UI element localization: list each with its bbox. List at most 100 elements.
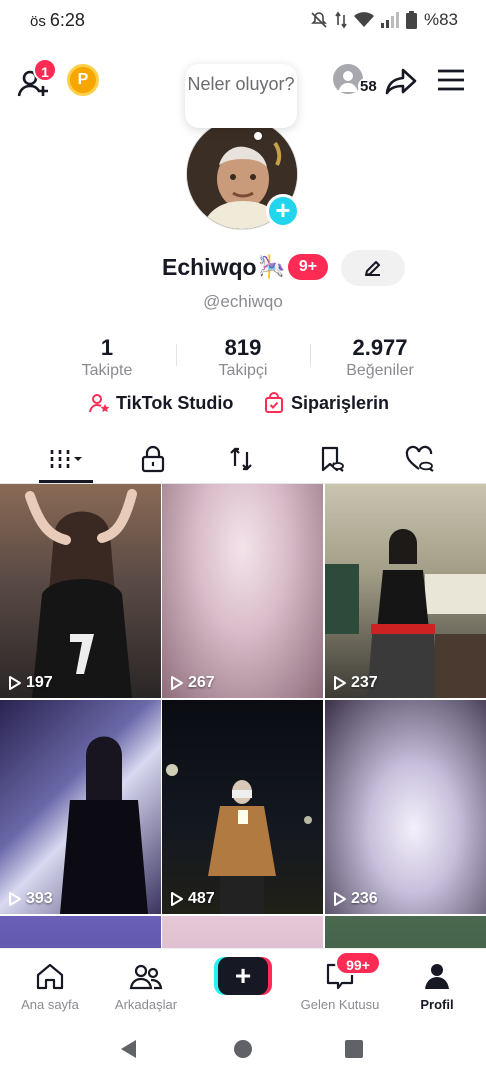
back-icon[interactable] — [118, 1038, 140, 1060]
profile-links: TikTok Studio Siparişlerin — [0, 392, 486, 420]
video-views-count: 237 — [351, 674, 378, 691]
nav-friends[interactable]: Arkadaşlar — [96, 955, 196, 1015]
video-thumbnail[interactable]: 197 — [0, 484, 161, 698]
play-icon — [9, 892, 21, 906]
play-icon — [171, 676, 183, 690]
orders-link[interactable]: Siparişlerin — [263, 392, 389, 414]
nav-inbox-label: Gelen Kutusu — [300, 997, 380, 1012]
shopping-bag-icon — [265, 392, 283, 413]
tab-private[interactable] — [127, 442, 179, 476]
video-thumbnail[interactable]: 487 — [162, 700, 323, 914]
tiktok-studio-link[interactable]: TikTok Studio — [88, 392, 233, 414]
status-time-prefix: ös — [30, 13, 46, 30]
edit-profile-button[interactable] — [341, 250, 405, 286]
stat-followers-label: Takipçi — [218, 362, 268, 379]
video-views-count: 197 — [26, 674, 53, 691]
share-icon — [385, 68, 417, 95]
create-button[interactable]: + — [214, 957, 272, 995]
battery-icon — [405, 11, 417, 29]
stat-following[interactable]: 1 Takipte — [52, 336, 162, 382]
create-plus-icon: + — [218, 957, 268, 995]
play-icon — [9, 676, 21, 690]
bottom-nav: Ana sayfa Arkadaşlar + Gelen Kutusu 99+ … — [0, 948, 486, 1018]
carousel-emoji: 🎠 — [258, 254, 286, 279]
video-views: 267 — [170, 674, 215, 692]
video-views-count: 487 — [188, 890, 215, 907]
stat-following-value: 1 — [100, 335, 114, 360]
stat-divider — [176, 344, 177, 366]
video-views-count: 393 — [26, 890, 53, 907]
video-thumbnail[interactable] — [162, 916, 323, 948]
bubble-tail — [254, 132, 262, 140]
video-views: 197 — [8, 674, 53, 692]
stat-likes[interactable]: 2.977 Beğeniler — [324, 336, 436, 382]
level-badge[interactable]: 9+ — [288, 254, 328, 280]
video-grid: 197 267 237 393 487 236 — [0, 484, 486, 948]
nav-profile-label: Profil — [420, 997, 454, 1012]
play-icon — [334, 892, 346, 906]
tab-videos[interactable] — [40, 442, 92, 476]
status-time-value: 6:28 — [49, 10, 85, 30]
nav-friends-label: Arkadaşlar — [114, 997, 178, 1012]
profile-viewers-count: 58 — [358, 78, 379, 95]
tab-liked[interactable] — [394, 442, 446, 476]
stat-divider — [310, 344, 311, 366]
hamburger-menu-icon — [438, 69, 464, 91]
home-circle-icon[interactable] — [232, 1038, 254, 1060]
menu-button[interactable] — [435, 64, 467, 96]
tiktok-studio-label: TikTok Studio — [116, 392, 234, 413]
home-icon — [36, 963, 64, 990]
friends-icon — [129, 964, 163, 990]
stat-likes-value: 2.977 — [352, 335, 408, 360]
mute-icon — [311, 12, 327, 28]
thumbnail-image — [25, 489, 137, 698]
status-bubble-text: Neler oluyor? — [187, 74, 295, 94]
nav-home-label: Ana sayfa — [21, 997, 79, 1012]
data-arrows-icon — [335, 11, 347, 29]
friend-requests-badge: 1 — [33, 58, 57, 82]
status-bar: ös 6:28 %83 — [0, 0, 486, 44]
profile-stats: 1 Takipte 819 Takipçi 2.977 Beğeniler — [0, 336, 486, 386]
signal-icon — [380, 12, 399, 28]
video-views: 487 — [170, 890, 215, 908]
orders-label: Siparişlerin — [291, 392, 390, 413]
tab-reposts[interactable] — [215, 442, 267, 476]
video-views-count: 267 — [188, 674, 215, 691]
inbox-badge: 99+ — [335, 951, 381, 975]
system-nav-bar — [0, 1018, 486, 1080]
tab-favorites[interactable] — [306, 442, 358, 476]
recents-icon[interactable] — [343, 1038, 365, 1060]
status-bubble[interactable]: Neler oluyor? — [185, 64, 297, 128]
status-time: ös 6:28 — [30, 10, 85, 31]
thumbnail-image — [60, 736, 148, 914]
nav-home[interactable]: Ana sayfa — [0, 955, 100, 1015]
stat-followers-value: 819 — [224, 335, 262, 360]
grid-icon — [50, 450, 82, 468]
thumbnail-image — [166, 764, 312, 914]
repost-icon — [230, 447, 252, 471]
video-thumbnail[interactable]: 267 — [162, 484, 323, 698]
lock-icon — [141, 445, 165, 473]
video-thumbnail[interactable]: 393 — [0, 700, 161, 914]
pencil-icon — [365, 261, 380, 276]
video-views: 236 — [333, 890, 378, 908]
nav-profile[interactable]: Profil — [387, 955, 486, 1015]
share-profile-button[interactable] — [384, 64, 418, 98]
video-thumbnail[interactable]: 236 — [325, 700, 486, 914]
video-thumbnail[interactable] — [0, 916, 161, 948]
name-row: Echiwqo 🎠 9+ — [0, 250, 486, 286]
profile-viewers-button[interactable]: 58 — [333, 64, 385, 100]
studio-person-icon — [89, 394, 110, 413]
stat-followers[interactable]: 819 Takipçi — [188, 336, 298, 382]
profile-avatar-wrap[interactable]: + — [186, 118, 300, 232]
username: @echiwqo — [203, 292, 283, 311]
stat-likes-label: Beğeniler — [346, 362, 414, 379]
coins-button[interactable]: P — [67, 64, 99, 96]
add-story-button[interactable]: + — [266, 194, 300, 228]
status-icons: %83 — [310, 10, 458, 30]
display-name: Echiwqo — [162, 254, 257, 280]
play-icon — [171, 892, 183, 906]
video-thumbnail[interactable] — [325, 916, 486, 948]
video-thumbnail[interactable]: 237 — [325, 484, 486, 698]
battery-percent: %83 — [423, 10, 458, 29]
